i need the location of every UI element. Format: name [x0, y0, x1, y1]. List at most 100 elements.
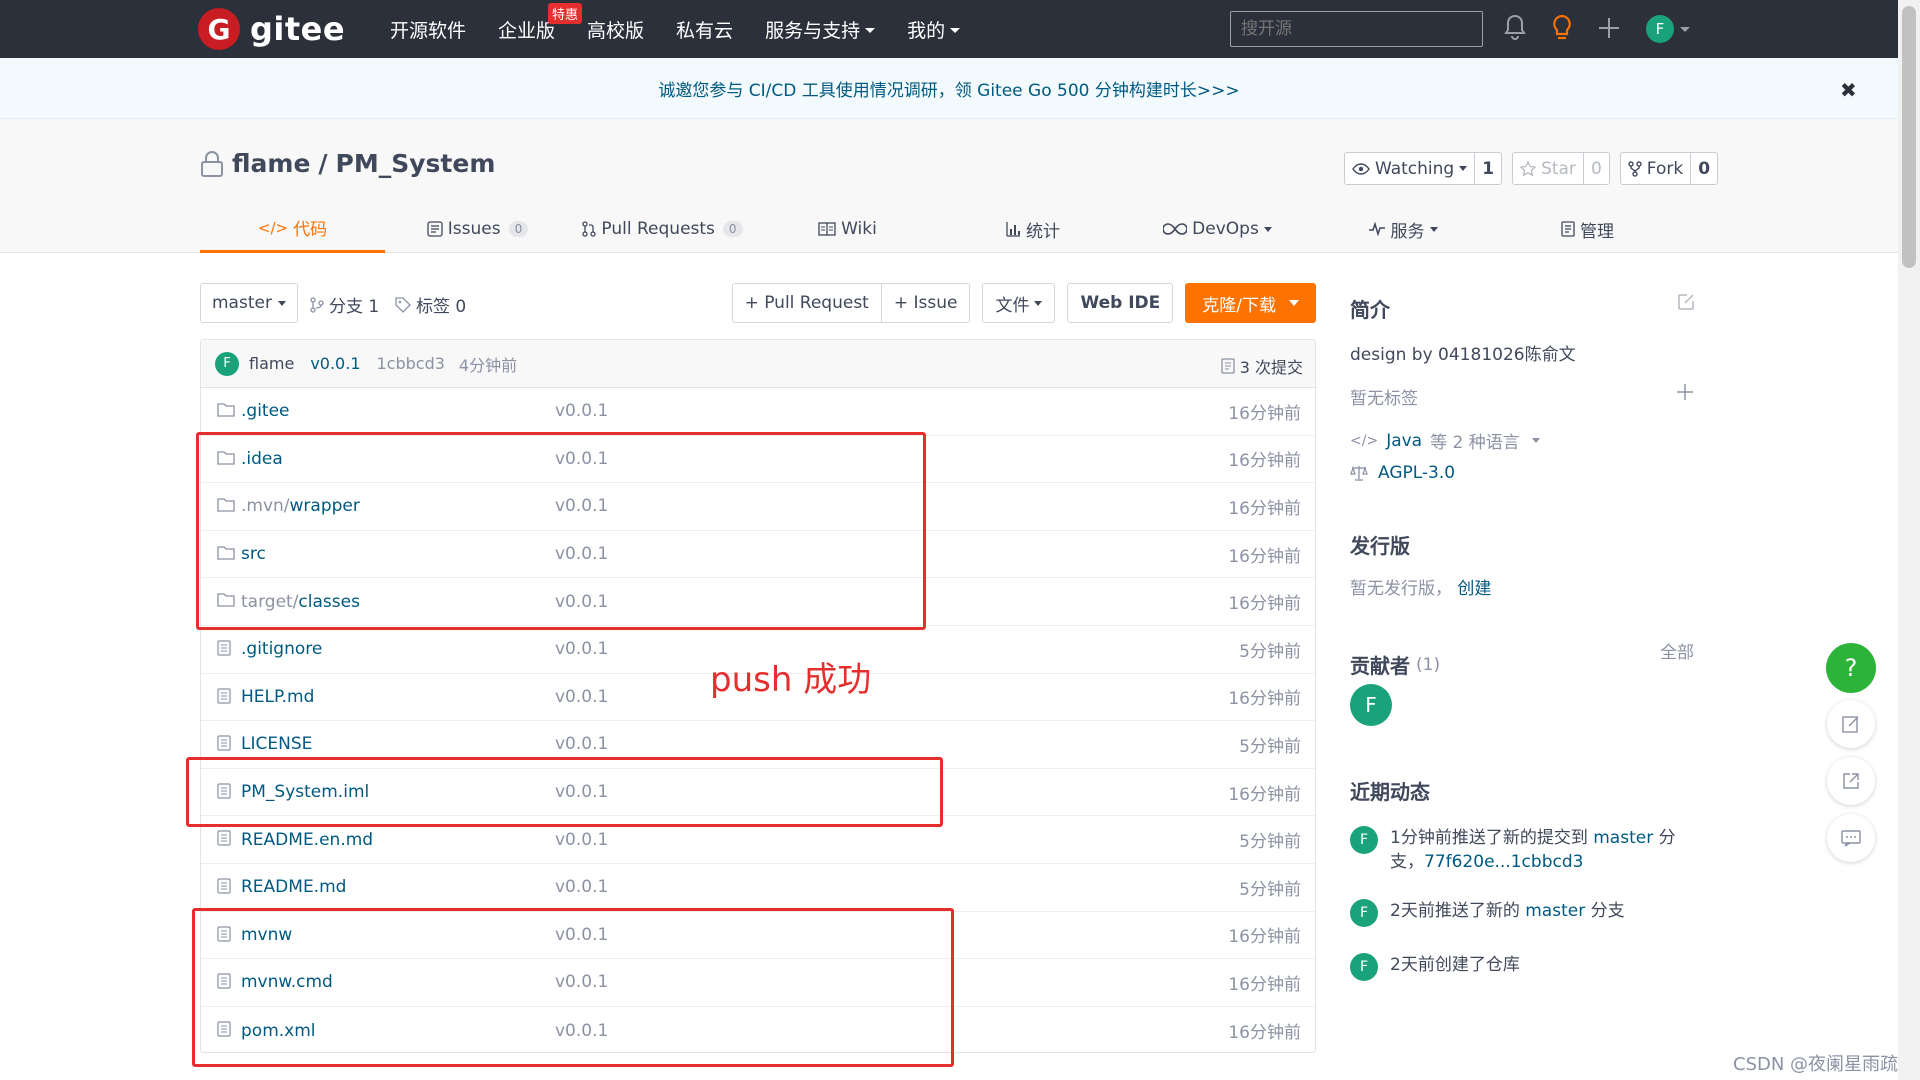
folder-row[interactable]: .gitee v0.0.1 16分钟前 [201, 388, 1315, 436]
language-row[interactable]: </> Java 等 2 种语言 [1350, 428, 1540, 453]
share-icon [1843, 773, 1859, 789]
nav-enterprise[interactable]: 企业版 特惠 [498, 2, 583, 43]
nav-education[interactable]: 高校版 [587, 16, 644, 43]
lightbulb-icon[interactable] [1551, 14, 1573, 42]
nav-private-cloud[interactable]: 私有云 [676, 16, 733, 43]
watch-count[interactable]: 1 [1475, 159, 1501, 179]
activity-commit-link[interactable]: 77f620e...1cbbcd3 [1424, 852, 1583, 872]
code-toolbar: master 分支 1 标签 0 + Pull Request + Issue … [200, 282, 1316, 324]
branch-icon [310, 296, 324, 313]
share-button[interactable] [1827, 757, 1875, 805]
file-name-link[interactable]: .gitee [241, 401, 290, 421]
file-commit-link[interactable]: v0.0.1 [555, 639, 608, 659]
contributors-all-link[interactable]: 全部 [1660, 638, 1694, 663]
activity-avatar[interactable]: F [1350, 953, 1378, 981]
commit-hash[interactable]: 1cbbcd3 [377, 354, 445, 373]
activity-avatar[interactable]: F [1350, 826, 1378, 854]
web-ide-button[interactable]: Web IDE [1067, 283, 1174, 323]
create-release-link[interactable]: 创建 [1457, 579, 1491, 599]
nav-services[interactable]: 服务与支持 [765, 16, 876, 43]
plus-icon[interactable] [1597, 16, 1621, 40]
fork-icon [1628, 160, 1642, 177]
nav-mine[interactable]: 我的 [907, 16, 961, 43]
file-name-link[interactable]: HELP.md [241, 687, 314, 707]
file-commit-link[interactable]: v0.0.1 [555, 734, 608, 754]
tab-devops[interactable]: DevOps [1125, 205, 1310, 253]
nav-label: 我的 [907, 19, 946, 42]
branch-select[interactable]: master [200, 283, 298, 323]
activity-item: F 1分钟前推送了新的提交到 master 分支，77f620e...1cbbc… [1350, 826, 1690, 874]
file-commit-link[interactable]: v0.0.1 [555, 877, 608, 897]
chevron-down-icon[interactable] [1680, 27, 1690, 32]
tags-link[interactable]: 标签 0 [395, 292, 466, 317]
wiki-icon [818, 222, 836, 236]
new-pull-request-button[interactable]: + Pull Request [733, 284, 881, 322]
file-menu-button[interactable]: 文件 [982, 283, 1056, 323]
add-tag-icon[interactable] [1676, 383, 1694, 401]
activity-list: F 1分钟前推送了新的提交到 master 分支，77f620e...1cbbc… [1350, 826, 1690, 981]
new-issue-button[interactable]: + Issue [880, 284, 970, 322]
tab-stats[interactable]: 统计 [940, 205, 1125, 253]
commits-count-link[interactable]: 3 次提交 [1221, 354, 1303, 378]
file-name-link[interactable]: .gitignore [241, 639, 322, 659]
repo-owner-link[interactable]: flame [232, 149, 310, 178]
scrollbar-thumb[interactable] [1902, 6, 1916, 268]
activity-text-pre: 1分钟前推送了新的提交到 [1390, 828, 1594, 848]
file-name-link[interactable]: README.md [241, 877, 346, 897]
branches-link[interactable]: 分支 1 [310, 292, 379, 317]
promo-badge: 特惠 [548, 2, 583, 24]
repo-name-link[interactable]: PM_System [336, 149, 496, 178]
help-button[interactable]: ? [1826, 643, 1876, 693]
activity-branch-link[interactable]: master [1525, 901, 1585, 921]
activity-text-post: 分支 [1585, 901, 1625, 921]
edit-icon[interactable] [1676, 292, 1696, 312]
clone-download-button[interactable]: 克隆/下载 [1185, 283, 1316, 323]
chevron-down-icon [1429, 226, 1438, 232]
watch-button[interactable]: Watching 1 [1344, 152, 1503, 185]
feedback-button[interactable] [1827, 700, 1875, 748]
activity-avatar[interactable]: F [1350, 899, 1378, 927]
tab-services[interactable]: 服务 [1310, 205, 1495, 253]
toolbar-buttons: + Pull Request + Issue 文件 Web IDE 克隆/下载 [731, 283, 1316, 323]
star-button[interactable]: Star 0 [1512, 152, 1610, 185]
file-commit-link[interactable]: v0.0.1 [555, 401, 608, 421]
file-time: 16分钟前 [1228, 594, 1301, 615]
tab-code[interactable]: </> 代码 [200, 205, 385, 253]
chevron-down-icon [1531, 438, 1540, 443]
file-name-link[interactable]: README.en.md [241, 830, 373, 850]
activity-branch-link[interactable]: master [1593, 828, 1653, 848]
close-icon[interactable]: ✖ [1840, 78, 1857, 102]
lock-icon [200, 150, 224, 178]
user-avatar[interactable]: F [1646, 15, 1674, 43]
file-row[interactable]: README.md v0.0.1 5分钟前 [201, 864, 1315, 912]
contributor-avatar[interactable]: F [1350, 684, 1392, 726]
file-name-link[interactable]: LICENSE [241, 734, 312, 754]
chevron-down-icon [1459, 166, 1468, 171]
survey-link[interactable]: 诚邀您参与 CI/CD 工具使用情况调研，领 Gitee Go 500 分钟构建… [658, 76, 1239, 101]
file-commit-link[interactable]: v0.0.1 [555, 687, 608, 707]
comment-button[interactable] [1827, 814, 1875, 862]
tab-issues[interactable]: Issues 0 [385, 205, 570, 253]
tab-manage[interactable]: 管理 [1495, 205, 1680, 253]
bell-icon[interactable] [1504, 14, 1526, 40]
commit-author[interactable]: flame [249, 354, 294, 373]
license-row[interactable]: AGPL-3.0 [1350, 463, 1455, 483]
fork-button[interactable]: Fork 0 [1619, 152, 1719, 185]
commit-avatar[interactable]: F [215, 351, 239, 376]
commit-message[interactable]: v0.0.1 [310, 354, 360, 373]
tab-pull-requests[interactable]: Pull Requests 0 [570, 205, 755, 253]
gitee-logo[interactable]: G gitee [198, 8, 345, 50]
page-scrollbar[interactable] [1898, 0, 1920, 1080]
pull-request-icon [582, 221, 597, 237]
no-release-text: 暂无发行版， [1350, 579, 1452, 599]
search-input[interactable] [1230, 11, 1483, 47]
file-icon [217, 878, 231, 894]
file-commit-link[interactable]: v0.0.1 [555, 830, 608, 850]
nav-open-source[interactable]: 开源软件 [390, 16, 466, 43]
no-tags-text: 暂无标签 [1350, 389, 1418, 409]
tab-wiki[interactable]: Wiki [755, 205, 940, 253]
star-count[interactable]: 0 [1584, 159, 1609, 179]
chevron-down-icon [1263, 226, 1272, 232]
fork-count[interactable]: 0 [1691, 159, 1717, 179]
tab-label: DevOps [1192, 219, 1259, 239]
